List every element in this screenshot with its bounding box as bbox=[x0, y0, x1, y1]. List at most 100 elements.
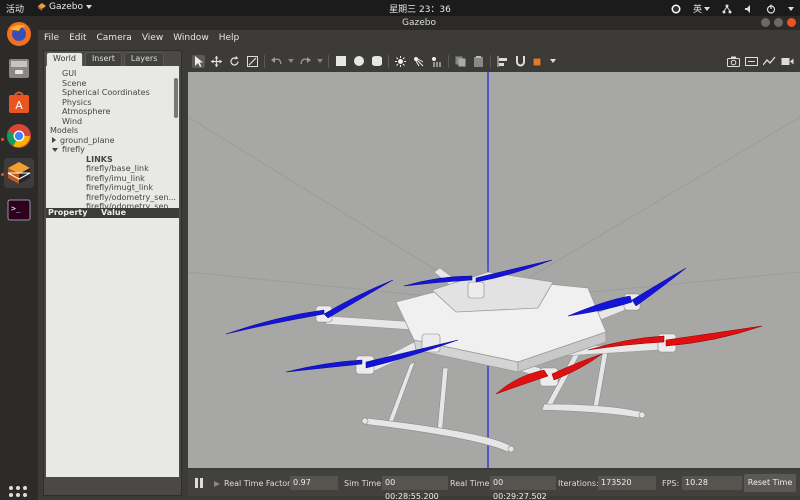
dock-firefox[interactable] bbox=[4, 19, 34, 49]
change-view-button[interactable] bbox=[532, 55, 545, 68]
tree-item[interactable]: Atmosphere bbox=[46, 107, 179, 117]
tree-item[interactable]: Spherical Coordinates bbox=[46, 88, 179, 98]
menu-edit[interactable]: Edit bbox=[69, 33, 86, 43]
tab-insert[interactable]: Insert bbox=[84, 52, 122, 66]
spot-light-button[interactable] bbox=[412, 55, 425, 68]
tree-item[interactable]: firefly/odometry_sen... bbox=[46, 193, 179, 203]
3d-viewport[interactable] bbox=[188, 72, 800, 468]
tab-layers[interactable]: Layers bbox=[123, 52, 165, 66]
dock-gazebo[interactable] bbox=[4, 158, 34, 188]
screenshot-button[interactable] bbox=[727, 55, 740, 68]
rtf-value: 0.97 bbox=[290, 476, 338, 490]
tree-item-label: Spherical Coordinates bbox=[62, 88, 150, 97]
gazebo-small-icon bbox=[38, 3, 46, 11]
dock-chrome[interactable] bbox=[4, 121, 34, 151]
reset-time-button[interactable]: Reset Time bbox=[744, 474, 796, 492]
chevron-down-icon[interactable] bbox=[288, 59, 294, 63]
log-button[interactable] bbox=[745, 55, 758, 68]
tree-item[interactable]: Wind bbox=[46, 117, 179, 127]
plot-button[interactable] bbox=[763, 55, 776, 68]
directional-light-button[interactable] bbox=[430, 55, 443, 68]
camera-icon bbox=[727, 56, 740, 67]
sphere-shape-icon bbox=[353, 56, 364, 66]
real-time-label: Real Time: bbox=[450, 479, 493, 488]
tree-item[interactable]: Physics bbox=[46, 98, 179, 108]
tree-item[interactable]: GUI bbox=[46, 69, 179, 79]
running-indicator bbox=[1, 138, 4, 141]
select-mode-button[interactable] bbox=[192, 54, 205, 68]
scene-render bbox=[188, 72, 800, 468]
undo-button[interactable] bbox=[270, 55, 283, 68]
power-icon[interactable] bbox=[766, 4, 776, 14]
tree-item-label: firefly/base_link bbox=[86, 164, 149, 173]
clock[interactable]: 星期三 23：36 bbox=[370, 2, 470, 15]
menu-file[interactable]: File bbox=[44, 33, 59, 43]
insert-box-button[interactable] bbox=[334, 55, 347, 68]
snap-button[interactable] bbox=[514, 55, 527, 68]
obs-icon[interactable] bbox=[671, 4, 681, 14]
tree-item-label: firefly/imu_link bbox=[86, 173, 145, 183]
dock-software[interactable]: A bbox=[4, 87, 34, 117]
scale-icon bbox=[247, 55, 258, 67]
insert-sphere-button[interactable] bbox=[352, 55, 365, 68]
video-camera-icon bbox=[781, 57, 794, 65]
menu-window[interactable]: Window bbox=[173, 33, 209, 43]
tree-item[interactable]: firefly/imugt_link bbox=[46, 183, 179, 193]
gazebo-icon bbox=[7, 162, 31, 184]
menu-help[interactable]: Help bbox=[219, 33, 240, 43]
tree-item[interactable]: firefly bbox=[46, 145, 179, 155]
rtf-label: Real Time Factor: bbox=[224, 479, 293, 488]
rotate-mode-button[interactable] bbox=[228, 55, 241, 68]
svg-text:>_: >_ bbox=[11, 204, 21, 213]
expand-right-icon[interactable] bbox=[52, 137, 56, 143]
tree-item[interactable]: Models bbox=[46, 126, 179, 136]
redo-button[interactable] bbox=[299, 55, 312, 68]
svg-text:A: A bbox=[15, 99, 23, 112]
translate-mode-button[interactable] bbox=[210, 55, 223, 68]
close-button[interactable] bbox=[787, 18, 796, 27]
show-applications-icon[interactable] bbox=[9, 486, 27, 500]
minimize-button[interactable] bbox=[761, 18, 770, 27]
menu-view[interactable]: View bbox=[142, 33, 163, 43]
step-icon[interactable] bbox=[214, 481, 220, 487]
point-light-button[interactable] bbox=[394, 55, 407, 68]
window-titlebar[interactable]: Gazebo bbox=[38, 16, 800, 30]
tab-world[interactable]: World bbox=[46, 52, 83, 66]
app-menu[interactable]: Gazebo bbox=[38, 2, 92, 12]
video-button[interactable] bbox=[781, 55, 794, 68]
sim-time-label: Sim Time: bbox=[344, 479, 384, 488]
volume-icon[interactable] bbox=[744, 4, 754, 14]
chevron-down-icon bbox=[85, 5, 92, 9]
panel-tabs: World Insert Layers bbox=[44, 52, 181, 66]
chevron-down-icon[interactable] bbox=[788, 6, 794, 11]
tree-item[interactable]: ground_plane bbox=[46, 136, 179, 146]
paste-button[interactable] bbox=[472, 55, 485, 68]
maximize-button[interactable] bbox=[774, 18, 783, 27]
tree-item[interactable]: Scene bbox=[46, 79, 179, 89]
expand-down-icon[interactable] bbox=[52, 147, 58, 152]
chevron-down-icon[interactable] bbox=[550, 59, 556, 63]
window-title: Gazebo bbox=[402, 18, 436, 28]
scale-mode-button[interactable] bbox=[246, 55, 259, 68]
tree-item[interactable]: firefly/base_link bbox=[46, 164, 179, 174]
tree-item[interactable]: firefly/odometry_sen... bbox=[46, 202, 179, 208]
menu-camera[interactable]: Camera bbox=[97, 33, 132, 43]
menu-bar: File Edit Camera View Window Help bbox=[38, 30, 800, 46]
input-method-menu[interactable]: 英 bbox=[693, 2, 710, 15]
dock-files[interactable] bbox=[4, 53, 34, 83]
move-arrows-icon bbox=[211, 55, 222, 67]
tree-scrollbar[interactable] bbox=[174, 78, 178, 118]
network-icon[interactable] bbox=[722, 4, 732, 14]
insert-cylinder-button[interactable] bbox=[370, 55, 383, 68]
activities-button[interactable]: 活动 bbox=[6, 2, 24, 15]
align-button[interactable] bbox=[496, 55, 509, 68]
tree-item-label: Physics bbox=[62, 97, 92, 107]
real-time-value: 00 00:29:27.502 bbox=[490, 476, 556, 500]
chevron-down-icon[interactable] bbox=[317, 59, 323, 63]
pause-button[interactable] bbox=[195, 478, 203, 488]
dock-terminal[interactable]: >_ bbox=[4, 195, 34, 225]
toolbar-separator bbox=[448, 54, 449, 68]
tree-item[interactable]: firefly/imu_link bbox=[46, 174, 179, 184]
copy-button[interactable] bbox=[454, 55, 467, 68]
tree-item[interactable]: LINKS bbox=[46, 155, 179, 165]
